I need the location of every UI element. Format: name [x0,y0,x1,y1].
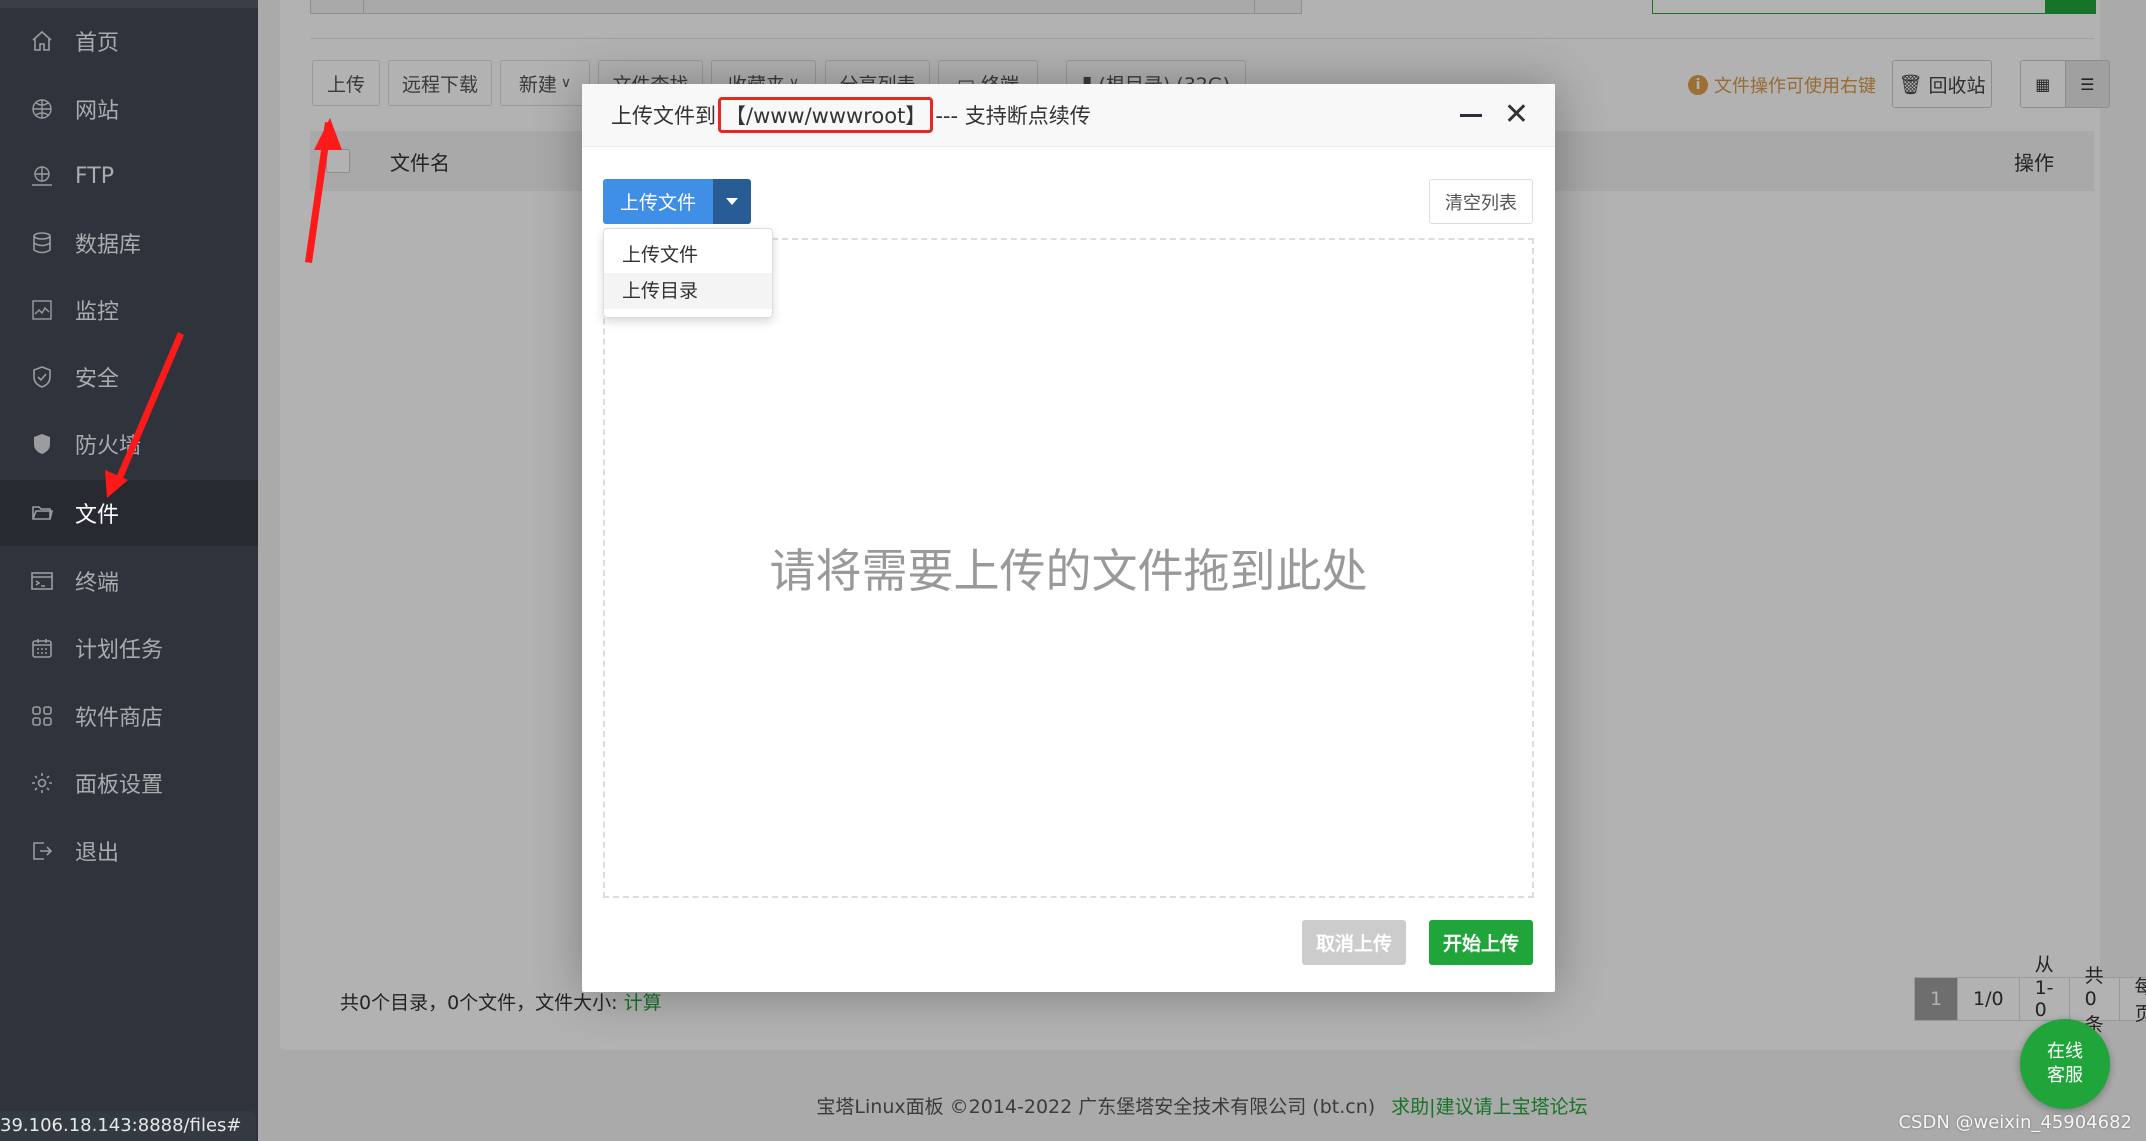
folder-icon [29,500,55,526]
cancel-upload-button[interactable]: 取消上传 [1302,920,1406,965]
drop-zone-text: 请将需要上传的文件拖到此处 [769,544,1368,598]
sidebar-item-label: 网站 [75,99,120,124]
database-icon [29,230,55,256]
sidebar-item-settings[interactable]: 面板设置 [0,750,258,816]
upload-dropdown-menu: 上传文件 上传目录 [603,228,773,318]
sidebar-item-label: 计划任务 [75,638,164,663]
upload-dropdown-toggle[interactable] [713,179,752,224]
menu-item-upload-directory[interactable]: 上传目录 [604,273,772,309]
start-upload-button[interactable]: 开始上传 [1429,920,1533,965]
apps-icon [29,703,55,729]
sidebar-item-label: 防火墙 [75,434,142,459]
status-url-tooltip: 39.106.18.143:8888/files# [0,1111,256,1141]
minimize-icon[interactable] [1459,113,1482,117]
sidebar-item-label: 终端 [75,571,120,596]
monitor-icon [29,297,55,323]
sidebar-item-appstore[interactable]: 软件商店 [0,683,258,749]
sidebar-item-firewall[interactable]: 防火墙 [0,411,258,477]
upload-modal: 上传文件到 【/www/wwwroot】 --- 支持断点续传 ✕ 上传文件 清… [582,84,1555,992]
gear-icon [29,770,55,796]
home-icon [29,28,55,54]
sidebar-item-website[interactable]: 网站 [0,76,258,142]
modal-header: 上传文件到 【/www/wwwroot】 --- 支持断点续传 ✕ [582,84,1555,147]
sidebar-item-label: 监控 [75,300,120,325]
online-support-button[interactable]: 在线 客服 [2020,1019,2110,1109]
sidebar-item-cron[interactable]: 计划任务 [0,615,258,681]
modal-title-suffix: --- 支持断点续传 [935,104,1091,128]
sidebar-top-strip [0,0,258,8]
sidebar-item-label: 数据库 [75,233,142,258]
terminal-icon [29,568,55,594]
sidebar-item-terminal[interactable]: 终端 [0,548,258,614]
sidebar-item-label: 软件商店 [75,706,164,731]
firewall-icon [29,431,55,457]
sidebar-item-database[interactable]: 数据库 [0,210,258,276]
sidebar-item-label: 文件 [75,503,120,528]
clear-list-button[interactable]: 清空列表 [1429,179,1533,224]
caret-down-icon [726,198,739,205]
ftp-icon [29,163,55,189]
sidebar-item-label: 安全 [75,367,120,392]
chat-line1: 在线 [2047,1041,2083,1062]
sidebar-item-label: 面板设置 [75,773,164,798]
sidebar-item-files[interactable]: 文件 [0,480,258,546]
chat-line2: 客服 [2047,1065,2083,1086]
sidebar-item-label: FTP [75,163,114,189]
calendar-icon [29,635,55,661]
logout-icon [29,838,55,864]
sidebar-item-label: 退出 [75,841,120,866]
sidebar-item-logout[interactable]: 退出 [0,818,258,884]
globe-icon [29,96,55,122]
shield-icon [29,364,55,390]
upload-file-button[interactable]: 上传文件 [603,179,714,224]
drop-zone[interactable]: 请将需要上传的文件拖到此处 [603,238,1534,898]
upload-path: 【/www/wwwroot】 [718,97,934,133]
upload-split-button: 上传文件 [603,179,752,224]
sidebar-item-security[interactable]: 安全 [0,344,258,410]
sidebar-item-home[interactable]: 首页 [0,8,258,74]
sidebar-item-monitor[interactable]: 监控 [0,277,258,343]
sidebar-item-ftp[interactable]: FTP [0,143,258,209]
sidebar-item-label: 首页 [75,31,120,56]
sidebar: 首页 网站 FTP 数据库 监控 安全 防火墙 文件 终端 计划任务 软件商店 [0,0,258,1141]
close-icon[interactable]: ✕ [1504,100,1529,130]
watermark: CSDN @weixin_45904682 [1898,1112,2132,1133]
menu-item-upload-file[interactable]: 上传文件 [604,237,772,273]
modal-title-prefix: 上传文件到 [611,104,716,128]
